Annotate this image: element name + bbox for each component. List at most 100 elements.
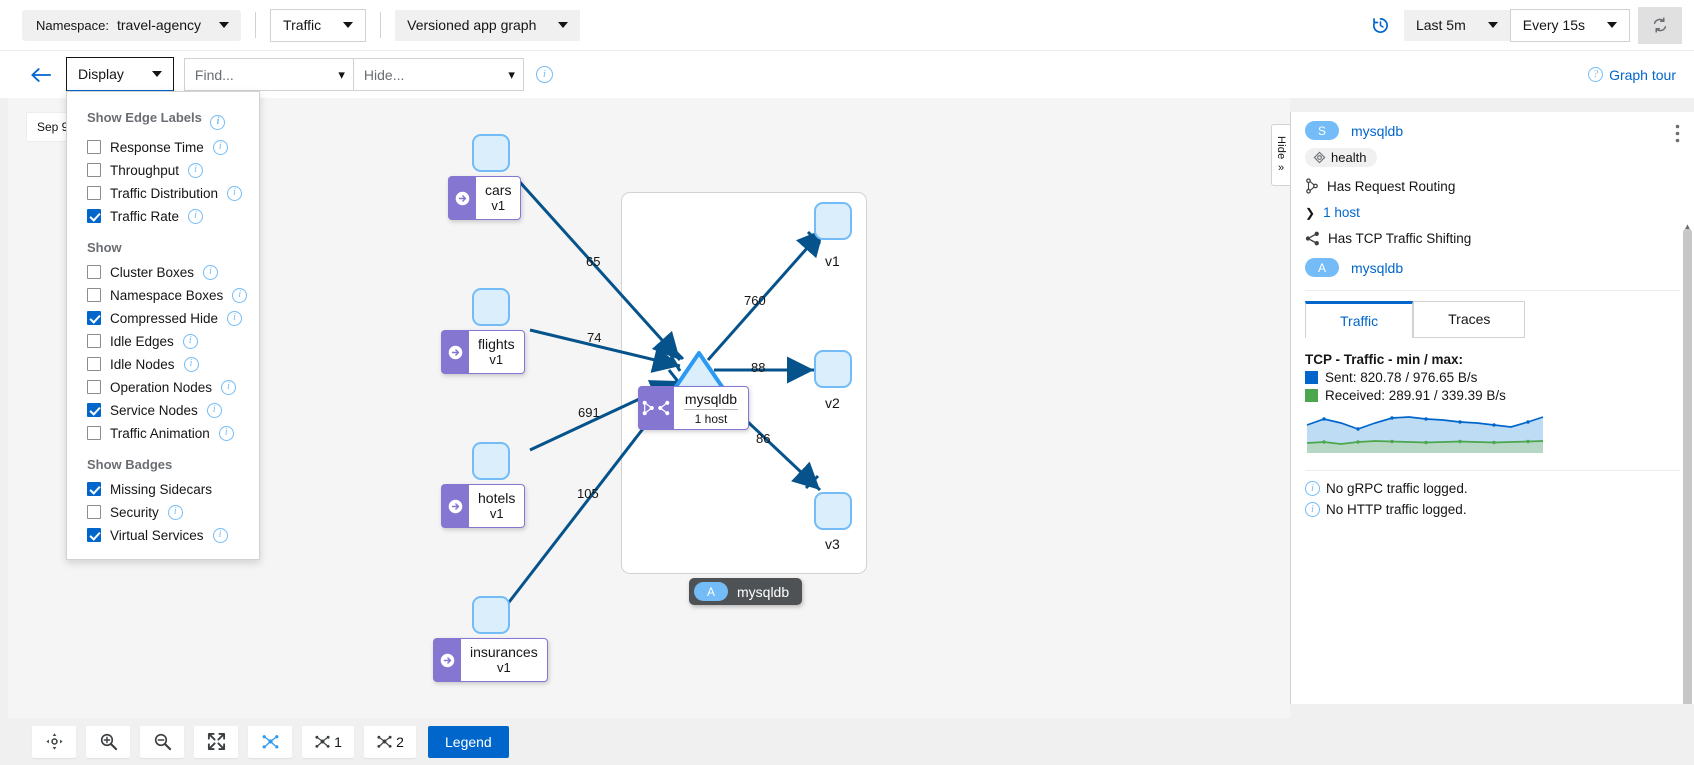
layout-default-button[interactable] bbox=[248, 726, 292, 758]
history-clock-icon[interactable] bbox=[1371, 16, 1390, 35]
scrollbar-thumb[interactable] bbox=[1683, 228, 1692, 704]
info-icon[interactable]: i bbox=[168, 505, 183, 520]
graph-tour-label: Graph tour bbox=[1609, 67, 1676, 83]
dd-item-traffic-rate[interactable]: Traffic Rate i bbox=[67, 205, 259, 228]
layout-2-button[interactable]: 2 bbox=[364, 726, 416, 758]
chevron-down-icon[interactable]: ▾ bbox=[338, 67, 345, 83]
info-icon[interactable]: i bbox=[227, 311, 242, 326]
info-icon[interactable]: i bbox=[536, 66, 553, 83]
service-node-insurances[interactable] bbox=[472, 596, 510, 634]
scroll-up-arrow-icon[interactable]: ▲ bbox=[1683, 222, 1692, 231]
version-node-v1[interactable] bbox=[814, 202, 852, 240]
dd-item-operation-nodes[interactable]: Operation Nodes i bbox=[67, 376, 259, 399]
zoom-in-button[interactable] bbox=[86, 726, 130, 758]
graph-type-selector[interactable]: Versioned app graph bbox=[395, 10, 580, 41]
health-badge[interactable]: health bbox=[1305, 148, 1377, 167]
checkbox[interactable] bbox=[87, 482, 101, 496]
traffic-selector[interactable]: Traffic bbox=[270, 9, 366, 42]
hide-panel-tab[interactable]: Hide » bbox=[1271, 124, 1290, 186]
fit-to-screen-button[interactable] bbox=[194, 726, 238, 758]
info-icon[interactable]: i bbox=[219, 426, 234, 441]
info-icon[interactable]: i bbox=[221, 380, 236, 395]
checkbox[interactable] bbox=[87, 403, 101, 417]
zoom-out-button[interactable] bbox=[140, 726, 184, 758]
checkbox[interactable] bbox=[87, 140, 101, 154]
version-node-v2[interactable] bbox=[814, 350, 852, 388]
refresh-interval-selector[interactable]: Every 15s bbox=[1510, 9, 1630, 42]
dd-item-throughput[interactable]: Throughput i bbox=[67, 159, 259, 182]
info-icon[interactable]: i bbox=[183, 334, 198, 349]
info-icon[interactable]: i bbox=[188, 163, 203, 178]
info-icon[interactable]: i bbox=[203, 265, 218, 280]
checkbox[interactable] bbox=[87, 334, 101, 348]
display-dropdown-button[interactable]: Display bbox=[66, 57, 174, 92]
info-icon[interactable]: i bbox=[232, 288, 247, 303]
dd-item-virtual-services[interactable]: Virtual Services i bbox=[67, 524, 259, 547]
dd-item-label: Namespace Boxes bbox=[110, 288, 223, 303]
panel-kebab-menu-icon[interactable] bbox=[1675, 124, 1680, 146]
checkbox[interactable] bbox=[87, 209, 101, 223]
checkbox[interactable] bbox=[87, 265, 101, 279]
app-node-cars[interactable]: cars v1 bbox=[448, 176, 521, 220]
service-name-link[interactable]: mysqldb bbox=[1351, 123, 1403, 139]
info-icon[interactable]: i bbox=[213, 528, 228, 543]
checkbox[interactable] bbox=[87, 288, 101, 302]
dd-item-service-nodes[interactable]: Service Nodes i bbox=[67, 399, 259, 422]
legend-button[interactable]: Legend bbox=[428, 726, 509, 758]
chevron-down-icon[interactable]: ▾ bbox=[508, 67, 515, 83]
graph-tour-link[interactable]: ? Graph tour bbox=[1588, 67, 1676, 83]
host-expander-row[interactable]: ❯ 1 host bbox=[1305, 205, 1680, 220]
info-icon[interactable]: i bbox=[210, 115, 225, 130]
app-name-link[interactable]: mysqldb bbox=[1351, 260, 1403, 276]
dd-item-response-time[interactable]: Response Time i bbox=[67, 136, 259, 159]
reset-view-button[interactable] bbox=[32, 726, 76, 758]
dd-item-compressed-hide[interactable]: Compressed Hide i bbox=[67, 307, 259, 330]
checkbox[interactable] bbox=[87, 426, 101, 440]
dd-item-namespace-boxes[interactable]: Namespace Boxes i bbox=[67, 284, 259, 307]
info-icon[interactable]: i bbox=[213, 140, 228, 155]
app-node-insurances[interactable]: insurances v1 bbox=[433, 638, 548, 682]
refresh-icon bbox=[1651, 16, 1669, 34]
tab-traffic[interactable]: Traffic bbox=[1305, 301, 1413, 338]
panel-scrollbar[interactable]: ▲ ▼ bbox=[1683, 228, 1692, 704]
app-node-flights[interactable]: flights v1 bbox=[441, 330, 525, 374]
service-node-hotels[interactable] bbox=[472, 442, 510, 480]
service-node-flights[interactable] bbox=[472, 288, 510, 326]
app-node-mysqldb[interactable]: mysqldb 1 host bbox=[638, 386, 749, 430]
checkbox[interactable] bbox=[87, 357, 101, 371]
layout-1-button[interactable]: 1 bbox=[302, 726, 354, 758]
dd-item-missing-sidecars[interactable]: Missing Sidecars bbox=[67, 478, 259, 501]
checkbox[interactable] bbox=[87, 186, 101, 200]
time-range-selector[interactable]: Last 5m bbox=[1404, 10, 1510, 41]
checkbox[interactable] bbox=[87, 311, 101, 325]
app-badge-pill: A bbox=[1305, 258, 1339, 277]
checkbox[interactable] bbox=[87, 380, 101, 394]
info-icon[interactable]: i bbox=[184, 357, 199, 372]
service-title-row: S mysqldb bbox=[1305, 121, 1680, 140]
checkbox[interactable] bbox=[87, 505, 101, 519]
tab-traces[interactable]: Traces bbox=[1413, 301, 1525, 338]
service-node-cars[interactable] bbox=[472, 134, 510, 172]
app-version: v1 bbox=[491, 199, 505, 214]
info-icon[interactable]: i bbox=[207, 403, 222, 418]
dd-item-idle-nodes[interactable]: Idle Nodes i bbox=[67, 353, 259, 376]
version-node-v3[interactable] bbox=[814, 492, 852, 530]
info-icon[interactable]: i bbox=[188, 209, 203, 224]
dd-item-cluster-boxes[interactable]: Cluster Boxes i bbox=[67, 261, 259, 284]
dd-item-traffic-distribution[interactable]: Traffic Distribution i bbox=[67, 182, 259, 205]
info-icon[interactable]: i bbox=[227, 186, 242, 201]
dd-item-security[interactable]: Security i bbox=[67, 501, 259, 524]
find-input[interactable]: Find... ▾ bbox=[184, 58, 354, 91]
back-arrow-icon[interactable] bbox=[30, 66, 52, 84]
dd-item-traffic-animation[interactable]: Traffic Animation i bbox=[67, 422, 259, 445]
host-count-label[interactable]: 1 host bbox=[1323, 205, 1360, 220]
dd-item-label: Traffic Rate bbox=[110, 209, 179, 224]
namespace-selector[interactable]: Namespace: travel-agency bbox=[22, 10, 241, 41]
hide-input[interactable]: Hide... ▾ bbox=[354, 58, 524, 91]
dd-item-idle-edges[interactable]: Idle Edges i bbox=[67, 330, 259, 353]
checkbox[interactable] bbox=[87, 528, 101, 542]
selected-node-chip[interactable]: A mysqldb bbox=[689, 578, 802, 605]
app-node-hotels[interactable]: hotels v1 bbox=[441, 484, 525, 528]
checkbox[interactable] bbox=[87, 163, 101, 177]
refresh-button[interactable] bbox=[1638, 7, 1682, 44]
